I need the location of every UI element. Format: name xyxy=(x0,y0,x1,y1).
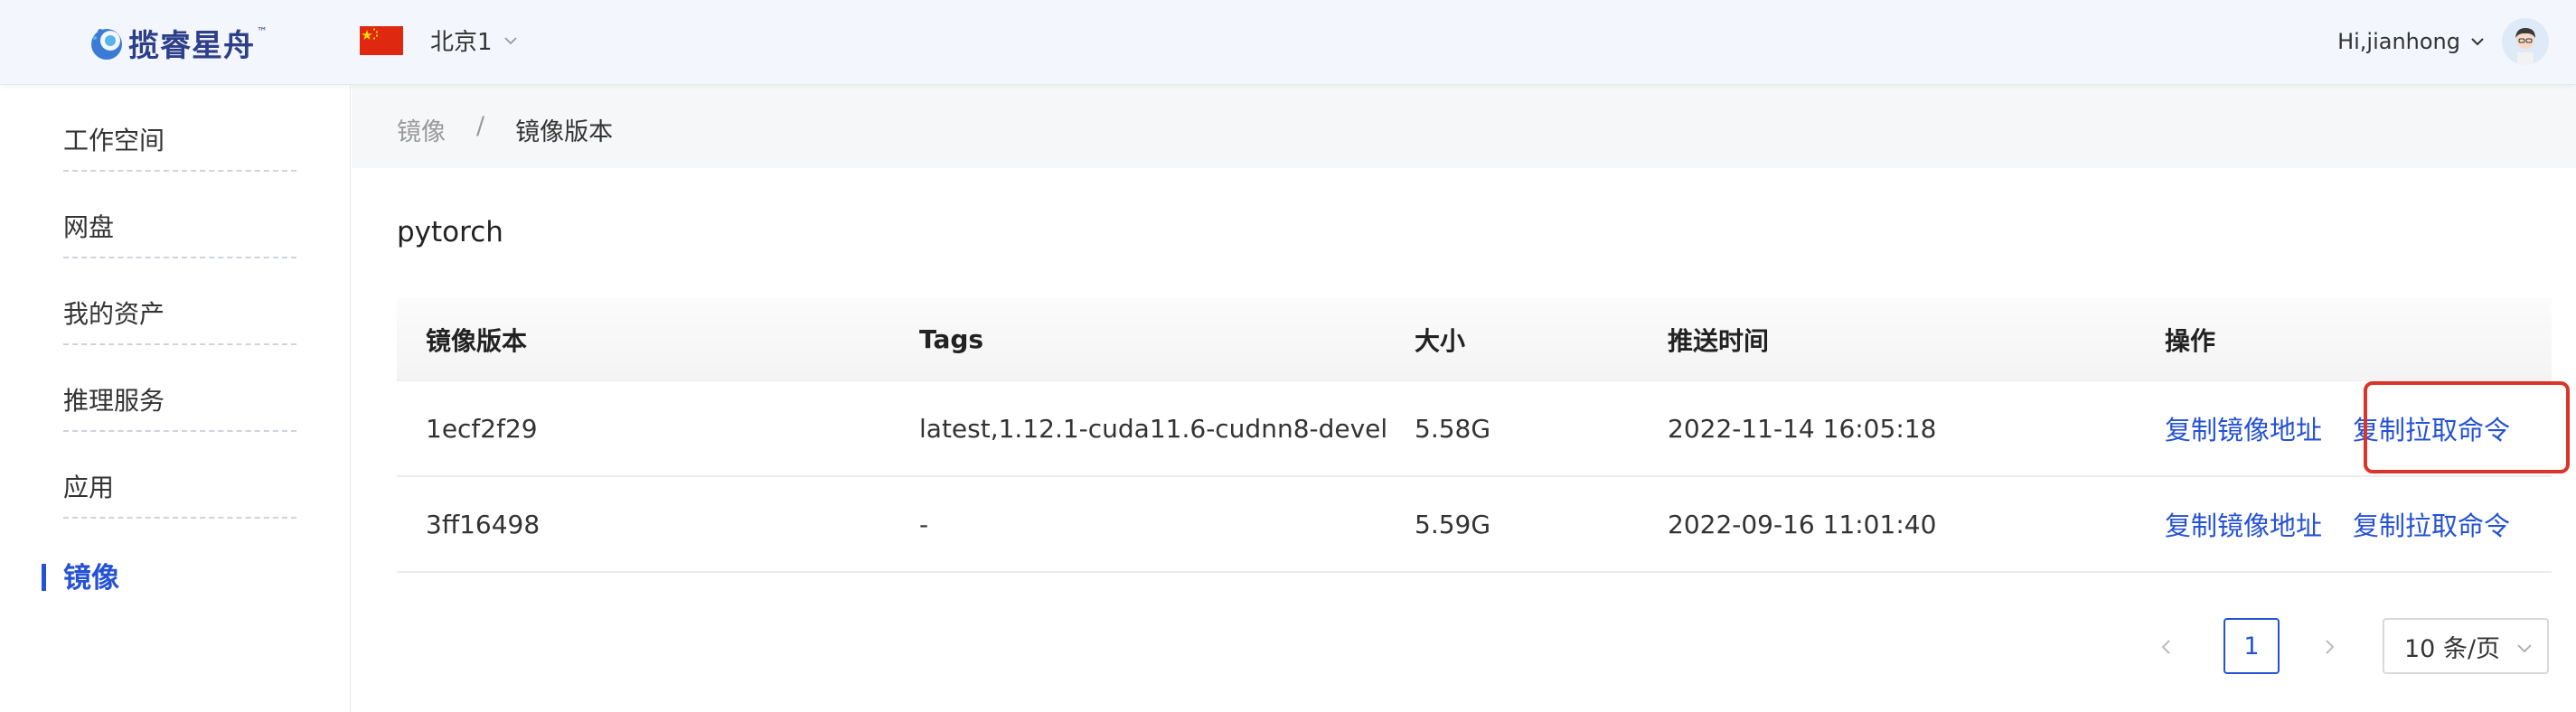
chevron-down-icon xyxy=(2517,644,2532,653)
cell-version: 1ecf2f29 xyxy=(426,413,538,444)
cell-tags: latest,1.12.1-cuda11.6-cudnn8-devel xyxy=(919,413,1388,444)
column-header-size: 大小 xyxy=(1415,325,1466,356)
table-row: 1ecf2f29 latest,1.12.1-cuda11.6-cudnn8-d… xyxy=(397,381,2570,477)
page-number-button[interactable]: 1 xyxy=(2223,618,2280,674)
top-header: 揽睿星舟 ™ 北京1 Hi,jianhong xyxy=(0,0,2576,85)
breadcrumb-current: 镜像版本 xyxy=(515,118,614,146)
sidebar-item-images[interactable]: 镜像 xyxy=(45,519,296,605)
cell-actions: 复制镜像地址 复制拉取命令 xyxy=(2165,381,2510,475)
main-content: 镜像 / 镜像版本 pytorch 镜像版本 Tags 大小 推送时间 操作 1… xyxy=(352,85,2576,712)
page-size-select[interactable]: 10 条/页 xyxy=(2383,618,2549,674)
user-menu[interactable]: Hi,jianhong xyxy=(2337,18,2549,65)
logo-icon xyxy=(91,29,122,60)
sidebar-item-netdisk[interactable]: 网盘 xyxy=(45,172,296,258)
sidebar-item-inference[interactable]: 推理服务 xyxy=(45,345,296,432)
region-label: 北京1 xyxy=(430,29,493,56)
breadcrumb: 镜像 / 镜像版本 xyxy=(397,112,613,147)
column-header-tags: Tags xyxy=(919,324,984,354)
sidebar-item-apps[interactable]: 应用 xyxy=(45,432,296,519)
chevron-right-icon[interactable] xyxy=(2315,632,2344,661)
cell-tags: - xyxy=(919,509,929,539)
sidebar-item-my-assets[interactable]: 我的资产 xyxy=(45,258,296,345)
copy-pull-command-link[interactable]: 复制拉取命令 xyxy=(2353,409,2510,447)
logo-trademark: ™ xyxy=(257,25,268,38)
region-selector[interactable]: 北京1 xyxy=(360,23,520,57)
sidebar-item-label: 镜像 xyxy=(63,562,119,595)
page-size-value: 10 条/页 xyxy=(2404,634,2501,663)
breadcrumb-bar: 镜像 / 镜像版本 xyxy=(352,85,2576,168)
copy-image-address-link[interactable]: 复制镜像地址 xyxy=(2165,409,2322,447)
sidebar-item-label: 应用 xyxy=(63,473,115,502)
page-title: pytorch xyxy=(397,216,503,248)
copy-pull-command-link[interactable]: 复制拉取命令 xyxy=(2353,505,2510,543)
cell-size: 5.58G xyxy=(1415,413,1491,444)
chevron-down-icon xyxy=(503,36,517,44)
sidebar-item-label: 我的资产 xyxy=(63,299,165,329)
chevron-left-icon[interactable] xyxy=(2152,632,2181,661)
table-header: 镜像版本 Tags 大小 推送时间 操作 xyxy=(397,298,2552,381)
sidebar-item-label: 网盘 xyxy=(63,212,115,242)
breadcrumb-separator: / xyxy=(476,112,485,140)
table-row: 3ff16498 - 5.59G 2022-09-16 11:01:40 复制镜… xyxy=(397,477,2552,573)
sidebar-item-label: 推理服务 xyxy=(63,386,165,416)
chevron-down-icon xyxy=(2471,38,2484,46)
column-header-push-time: 推送时间 xyxy=(1668,325,1770,356)
column-header-actions: 操作 xyxy=(2165,325,2216,356)
cell-actions: 复制镜像地址 复制拉取命令 xyxy=(2165,477,2510,571)
logo-text: 揽睿星舟 xyxy=(128,27,255,64)
copy-image-address-link[interactable]: 复制镜像地址 xyxy=(2165,505,2322,543)
sidebar: 工作空间 网盘 我的资产 推理服务 应用 镜像 xyxy=(0,85,351,712)
cell-version: 3ff16498 xyxy=(426,509,541,539)
china-flag-icon xyxy=(360,25,403,55)
sidebar-item-label: 工作空间 xyxy=(63,126,165,155)
column-header-version: 镜像版本 xyxy=(426,325,528,356)
image-version-table: 镜像版本 Tags 大小 推送时间 操作 1ecf2f29 latest,1.1… xyxy=(397,298,2570,573)
logo[interactable]: 揽睿星舟 ™ xyxy=(87,20,268,65)
sidebar-item-workspace[interactable]: 工作空间 xyxy=(45,85,296,172)
cell-push-time: 2022-11-14 16:05:18 xyxy=(1668,413,1937,444)
breadcrumb-parent-link[interactable]: 镜像 xyxy=(397,112,446,147)
cell-size: 5.59G xyxy=(1415,509,1491,539)
pagination: 1 10 条/页 xyxy=(352,618,2576,676)
user-greeting: Hi,jianhong xyxy=(2337,29,2460,54)
avatar[interactable] xyxy=(2502,18,2549,65)
user-avatar-icon xyxy=(2502,18,2549,65)
cell-push-time: 2022-09-16 11:01:40 xyxy=(1668,509,1937,539)
